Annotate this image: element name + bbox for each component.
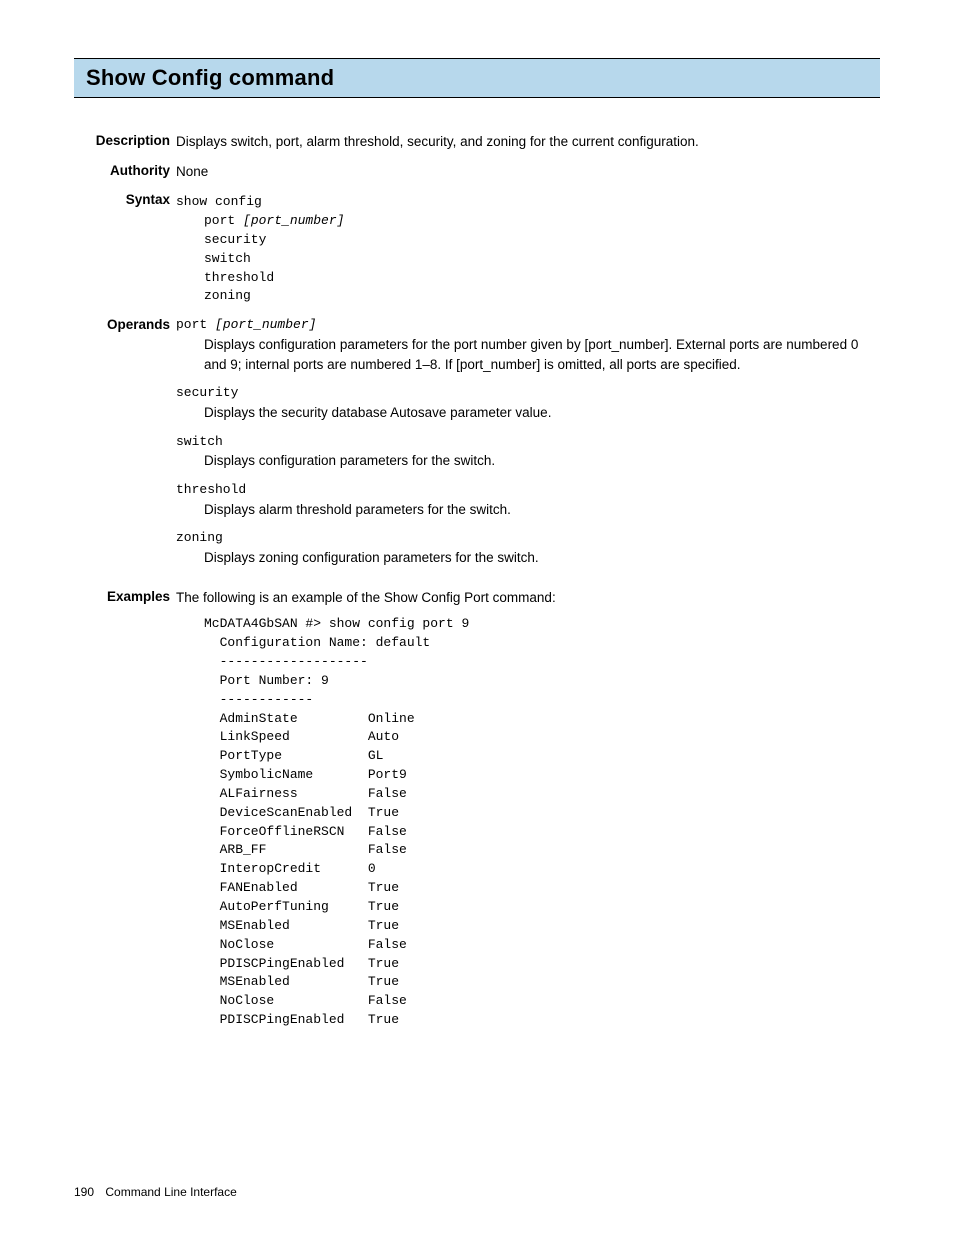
operand-name-text: port xyxy=(176,317,215,332)
operand-name-text: security xyxy=(176,385,238,400)
page: Show Config command Description Displays… xyxy=(0,0,954,1235)
syntax-line-text: zoning xyxy=(204,288,251,303)
syntax-line-text: security xyxy=(204,232,266,247)
description-label: Description xyxy=(74,132,176,151)
syntax-cmd: show config xyxy=(176,194,262,209)
syntax-line: port [port_number] xyxy=(176,212,880,231)
operand-name-text: switch xyxy=(176,434,223,449)
syntax-line: switch xyxy=(176,250,880,269)
operand-desc: Displays the security database Autosave … xyxy=(204,403,880,423)
operand-item: zoning Displays zoning configuration para… xyxy=(176,529,880,567)
syntax-label: Syntax xyxy=(74,191,176,210)
examples-row: Examples The following is an example of … xyxy=(74,588,880,1030)
operand-name-arg: [port_number] xyxy=(215,317,316,332)
operand-name: zoning xyxy=(176,529,880,548)
operands-row: Operands port [port_number]Displays conf… xyxy=(74,316,880,578)
page-number: 190 xyxy=(74,1185,94,1199)
operand-name: threshold xyxy=(176,481,880,500)
operand-item: port [port_number]Displays configuration… xyxy=(176,316,880,374)
operand-desc: Displays zoning configuration parameters… xyxy=(204,548,880,568)
syntax-line-text: port xyxy=(204,213,243,228)
syntax-line-text: threshold xyxy=(204,270,274,285)
operand-item: switch Displays configuration parameters … xyxy=(176,433,880,471)
syntax-line-arg: [port_number] xyxy=(243,213,344,228)
operand-name-text: zoning xyxy=(176,530,223,545)
examples-label: Examples xyxy=(74,588,176,607)
operand-name: port [port_number] xyxy=(176,316,880,335)
description-text: Displays switch, port, alarm threshold, … xyxy=(176,132,880,152)
operand-item: threshold Displays alarm threshold parame… xyxy=(176,481,880,519)
authority-text: None xyxy=(176,162,880,182)
syntax-body: show config port [port_number]securitysw… xyxy=(176,191,880,306)
footer-section: Command Line Interface xyxy=(105,1185,236,1199)
examples-output: McDATA4GbSAN #> show config port 9 Confi… xyxy=(204,615,880,1030)
examples-intro: The following is an example of the Show … xyxy=(176,588,880,608)
operand-name-text: threshold xyxy=(176,482,246,497)
operand-name: security xyxy=(176,384,880,403)
operand-desc: Displays configuration parameters for th… xyxy=(204,335,880,374)
operands-list: port [port_number]Displays configuration… xyxy=(176,316,880,578)
examples-body: The following is an example of the Show … xyxy=(176,588,880,1030)
title-bar: Show Config command xyxy=(74,58,880,98)
operand-desc: Displays configuration parameters for th… xyxy=(204,451,880,471)
operand-item: security Displays the security database A… xyxy=(176,384,880,422)
operands-label: Operands xyxy=(74,316,176,335)
description-row: Description Displays switch, port, alarm… xyxy=(74,132,880,152)
authority-label: Authority xyxy=(74,162,176,181)
page-footer: 190 Command Line Interface xyxy=(74,1185,237,1199)
command-title: Show Config command xyxy=(86,65,868,91)
syntax-lines: port [port_number]securityswitchthreshol… xyxy=(176,212,880,306)
syntax-line: threshold xyxy=(176,269,880,288)
syntax-line: zoning xyxy=(176,287,880,306)
operand-name: switch xyxy=(176,433,880,452)
authority-row: Authority None xyxy=(74,162,880,182)
syntax-line-text: switch xyxy=(204,251,251,266)
operand-desc: Displays alarm threshold parameters for … xyxy=(204,500,880,520)
syntax-line: security xyxy=(176,231,880,250)
syntax-row: Syntax show config port [port_number]sec… xyxy=(74,191,880,306)
